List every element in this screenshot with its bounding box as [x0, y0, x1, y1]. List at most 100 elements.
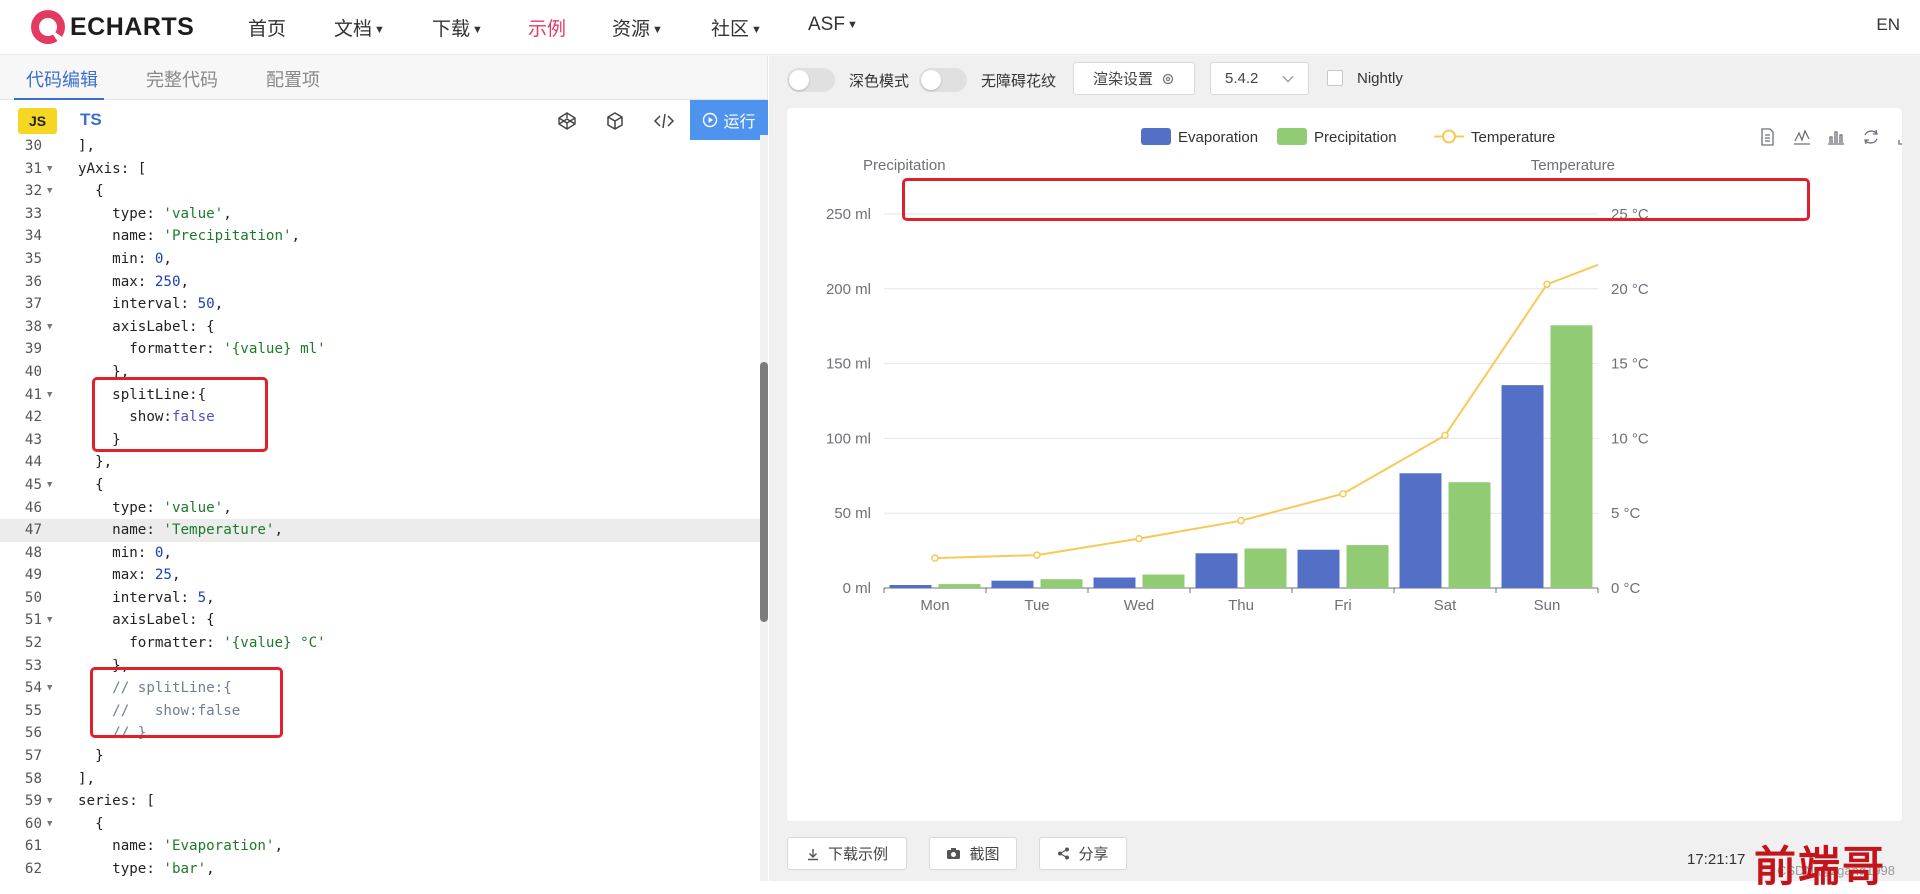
run-button[interactable]: 运行 — [690, 100, 768, 140]
save-image-icon[interactable] — [1898, 130, 1902, 145]
code-line[interactable]: 59 ▼ series: [ — [0, 790, 760, 813]
aria-decal-toggle[interactable] — [919, 68, 967, 92]
fold-toggle-icon[interactable]: ▼ — [47, 384, 52, 407]
code-line[interactable]: 57 } — [0, 745, 760, 768]
share-button[interactable]: 分享 — [1039, 837, 1127, 870]
download-example-button[interactable]: 下载示例 — [787, 837, 907, 870]
code-line[interactable]: 31 ▼ yAxis: [ — [0, 158, 760, 181]
bar-evaporation — [1195, 553, 1238, 588]
line-point — [1339, 490, 1347, 498]
line-temperature — [934, 263, 1599, 560]
line-point — [1441, 431, 1449, 440]
code-line[interactable]: 37 interval: 50, — [0, 293, 760, 316]
nav-item-resources[interactable]: 资源 ▼ — [612, 14, 663, 41]
code-line[interactable]: 35 min: 0, — [0, 248, 760, 271]
tab-options[interactable]: 配置项 — [266, 66, 320, 92]
code-editor[interactable]: 30], 31 ▼ yAxis: [32 ▼ {33 type: 'value', 34 … — [0, 135, 760, 881]
data-view-icon[interactable] — [1761, 128, 1774, 146]
code-line[interactable]: 52 formatter: '{value} °C' — [0, 632, 760, 655]
nav-item-home[interactable]: 首页 — [248, 14, 286, 41]
js-language-button[interactable]: JS — [18, 108, 57, 134]
fold-toggle-icon[interactable]: ▼ — [47, 158, 52, 181]
code-line[interactable]: 50 interval: 5, — [0, 587, 760, 610]
restore-icon[interactable] — [1864, 129, 1878, 145]
bar-precipitation — [1040, 579, 1083, 588]
code-line[interactable]: 44 }, — [0, 451, 760, 474]
codesandbox-icon[interactable] — [604, 110, 626, 132]
render-settings-button[interactable]: 渲染设置 — [1073, 62, 1195, 95]
dark-mode-toggle[interactable] — [787, 68, 835, 92]
tab-code-edit[interactable]: 代码编辑 — [26, 66, 98, 92]
line-chart-icon[interactable] — [1794, 129, 1810, 145]
x-tick-label: Sat — [1434, 597, 1457, 614]
code-text: ], — [78, 770, 96, 787]
code-line[interactable]: 48 min: 0, — [0, 542, 760, 565]
fold-toggle-icon[interactable]: ▼ — [47, 813, 52, 836]
bar-precipitation — [1550, 325, 1593, 588]
codepen-icon[interactable] — [556, 110, 578, 132]
code-line[interactable]: 58], — [0, 768, 760, 791]
code-line[interactable]: 62 type: 'bar', — [0, 858, 760, 881]
x-tick-label: Thu — [1228, 597, 1254, 614]
y-left-tick-label: 250 ml — [826, 206, 871, 223]
code-text: axisLabel: { — [78, 318, 215, 335]
code-line[interactable]: 61 name: 'Evaporation', — [0, 835, 760, 858]
code-text: name: 'Temperature', — [78, 522, 284, 539]
code-line[interactable]: 38 ▼ axisLabel: { — [0, 316, 760, 339]
code-line[interactable]: 32 ▼ { — [0, 180, 760, 203]
gear-icon — [1162, 73, 1174, 84]
code-text: ], — [78, 138, 96, 154]
legend-swatch-point — [1442, 129, 1456, 144]
language-switch[interactable]: EN — [1876, 15, 1900, 35]
code-line[interactable]: 47 name: 'Temperature', — [0, 519, 760, 542]
fold-toggle-icon[interactable]: ▼ — [47, 790, 52, 813]
code-line[interactable]: 34 name: 'Precipitation', — [0, 225, 760, 248]
download-example-label: 下载示例 — [827, 846, 888, 863]
fold-toggle-icon[interactable]: ▼ — [47, 180, 52, 203]
nav-item-examples[interactable]: 示例 — [528, 14, 566, 41]
code-line[interactable]: 45 ▼ { — [0, 474, 760, 497]
line-number: 57 — [24, 748, 42, 765]
echarts-logo[interactable]: ECHARTS — [28, 7, 194, 47]
fold-toggle-icon[interactable]: ▼ — [47, 316, 52, 339]
line-number: 48 — [24, 544, 42, 561]
nav-item-label: 文档 — [334, 19, 373, 40]
caret-down-icon: ▼ — [472, 24, 483, 36]
nav-item-community[interactable]: 社区 ▼ — [711, 14, 762, 41]
code-line[interactable]: 51 ▼ axisLabel: { — [0, 609, 760, 632]
bar-precipitation — [1448, 482, 1491, 588]
line-number: 38 — [24, 318, 42, 335]
code-format-icon[interactable] — [653, 110, 675, 132]
code-line[interactable]: 36 max: 250, — [0, 271, 760, 294]
nav-item-docs[interactable]: 文档 ▼ — [334, 14, 385, 41]
version-select[interactable]: 5.4.2 — [1210, 62, 1309, 95]
line-number: 55 — [24, 702, 42, 719]
annotation-box-splitline-commented — [90, 667, 283, 738]
line-number: 30 — [24, 138, 42, 154]
ts-language-button[interactable]: TS — [80, 110, 102, 130]
fold-toggle-icon[interactable]: ▼ — [47, 474, 52, 497]
nightly-checkbox[interactable] — [1327, 70, 1343, 86]
code-line[interactable]: 46 type: 'value', — [0, 497, 760, 520]
line-number: 49 — [24, 567, 42, 584]
screenshot-button[interactable]: 截图 — [929, 837, 1017, 870]
code-line[interactable]: 30], — [0, 135, 760, 158]
nav-item-download[interactable]: 下载 ▼ — [432, 14, 483, 41]
line-number: 36 — [24, 273, 42, 290]
editor-scrollbar-thumb[interactable] — [760, 362, 768, 622]
fold-toggle-icon[interactable]: ▼ — [47, 609, 52, 632]
run-button-label: 运行 — [723, 114, 756, 131]
line-number: 43 — [24, 431, 42, 448]
nav-item-asf[interactable]: ASF ▼ — [808, 14, 858, 36]
code-line[interactable]: 33 type: 'value', — [0, 203, 760, 226]
x-tick-label: Sun — [1534, 597, 1561, 614]
code-text: type: 'value', — [78, 499, 232, 516]
line-number: 39 — [24, 341, 42, 358]
code-line[interactable]: 60 ▼ { — [0, 813, 760, 836]
render-settings-label: 渲染设置 — [1092, 71, 1153, 88]
fold-toggle-icon[interactable]: ▼ — [47, 677, 52, 700]
tab-full-code[interactable]: 完整代码 — [146, 66, 218, 92]
bar-chart-icon[interactable] — [1828, 131, 1844, 145]
code-line[interactable]: 39 formatter: '{value} ml' — [0, 338, 760, 361]
code-line[interactable]: 49 max: 25, — [0, 564, 760, 587]
